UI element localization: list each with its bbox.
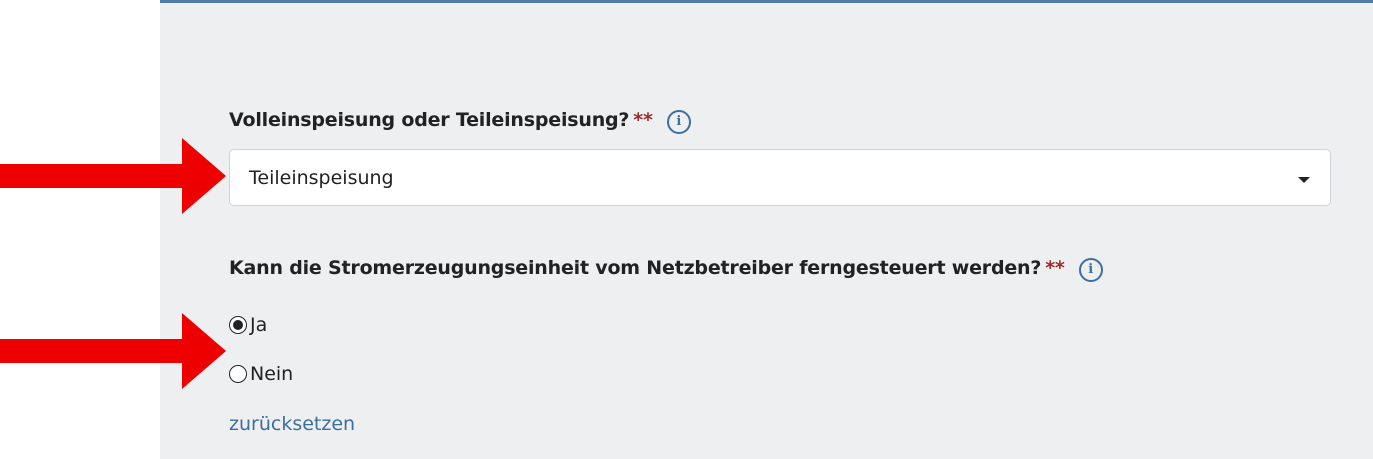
panel-top-border [160,0,1373,3]
chevron-down-icon [1298,177,1310,183]
radio-option-ja[interactable]: Ja [229,313,267,337]
form-panel [160,0,1373,459]
radio-option-nein[interactable]: Nein [229,362,293,386]
radio-button-nein[interactable] [229,365,247,383]
required-marker: ** [633,109,653,131]
einspeisung-label-text: Volleinspeisung oder Teileinspeisung? [229,109,630,131]
einspeisung-label: Volleinspeisung oder Teileinspeisung? ** i [229,109,691,134]
reset-link[interactable]: zurücksetzen [229,413,355,435]
fernsteuerung-label-text: Kann die Stromerzeugungseinheit vom Netz… [229,257,1042,279]
arrow-right-icon [0,138,226,214]
arrow-right-icon [0,313,226,389]
fernsteuerung-label: Kann die Stromerzeugungseinheit vom Netz… [229,257,1103,282]
required-marker: ** [1045,257,1065,279]
radio-button-ja[interactable] [229,316,247,334]
einspeisung-select-value: Teileinspeisung [249,167,394,189]
radio-label-nein[interactable]: Nein [250,363,293,385]
einspeisung-select[interactable]: Teileinspeisung [229,149,1331,206]
info-icon[interactable]: i [666,110,691,134]
info-icon[interactable]: i [1078,258,1103,282]
radio-label-ja[interactable]: Ja [250,314,267,336]
